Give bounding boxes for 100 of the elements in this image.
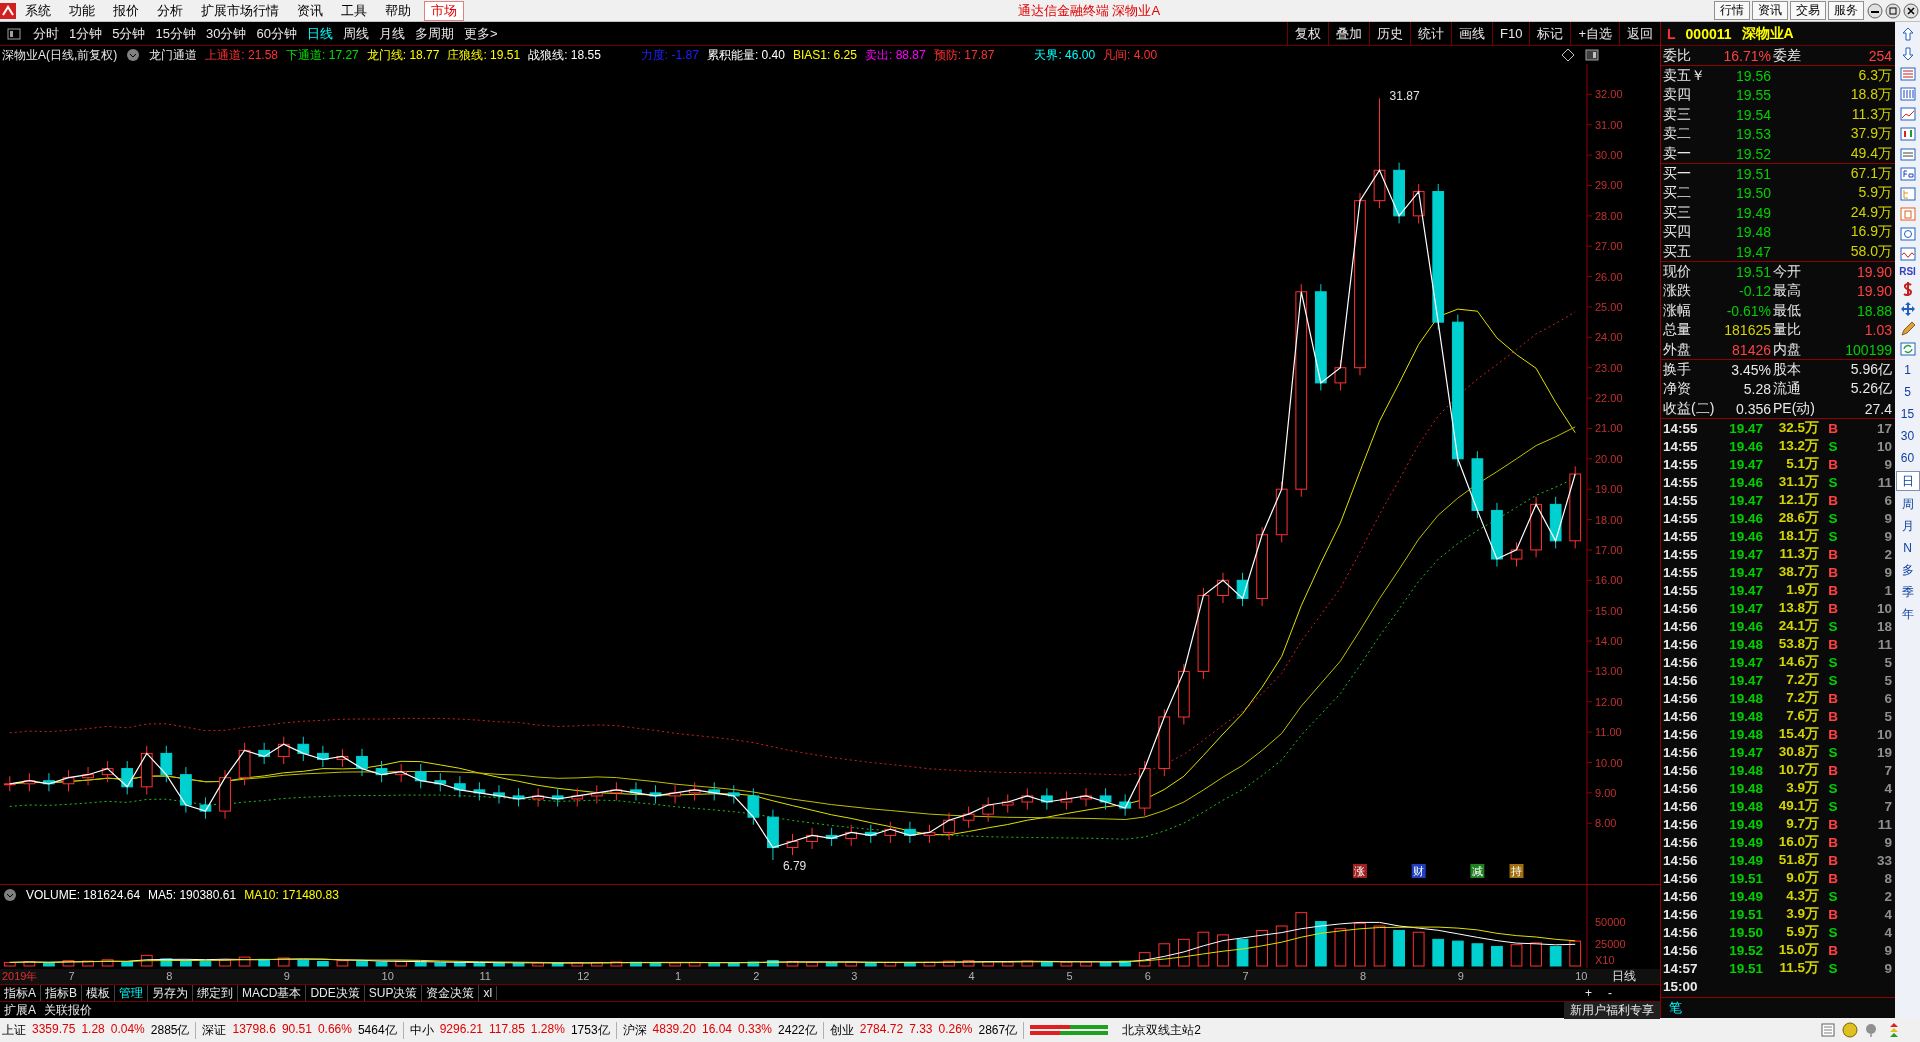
chart-window-icon[interactable]	[1899, 166, 1916, 182]
zoom-button[interactable]: -	[1600, 986, 1620, 1000]
zoom-button[interactable]: +	[1577, 986, 1600, 1000]
menu-item[interactable]: 分析	[148, 1, 192, 20]
top-button[interactable]: 资讯	[1752, 1, 1788, 20]
top-button[interactable]: 服务	[1828, 1, 1864, 20]
quote-value: 1.03	[1863, 322, 1892, 339]
panel-toggle-icon[interactable]	[6, 25, 22, 42]
period-tab[interactable]: 月线	[373, 24, 410, 43]
indicator-tab[interactable]: xl	[479, 986, 498, 1000]
period-button[interactable]: 多	[1896, 561, 1919, 579]
period-tab[interactable]: 30分钟	[200, 24, 252, 43]
menu-item[interactable]: 功能	[60, 1, 104, 20]
detail-tab[interactable]: 笔	[1661, 998, 1690, 1018]
chart-tool-button[interactable]: +自选	[1570, 22, 1619, 45]
chart-tool-button[interactable]: 历史	[1369, 22, 1410, 45]
index-name[interactable]: 深证	[202, 1021, 227, 1039]
index-change: 16.04	[701, 1021, 732, 1038]
chart-tool-button[interactable]: 统计	[1410, 22, 1451, 45]
trade-volume: 3.9万	[1785, 779, 1819, 798]
move-icon[interactable]	[1899, 301, 1916, 317]
period-button[interactable]: 15	[1896, 405, 1919, 423]
top-button[interactable]: 交易	[1790, 1, 1826, 20]
period-button[interactable]: 季	[1896, 583, 1919, 601]
trade-count: 4	[1883, 906, 1892, 922]
dropdown-icon[interactable]	[125, 47, 142, 63]
period-button[interactable]: 月	[1896, 517, 1919, 535]
period-button[interactable]: 周	[1896, 495, 1919, 513]
coin-icon[interactable]	[1842, 1022, 1858, 1038]
indicator-tab[interactable]: 指标A	[0, 984, 41, 1002]
indicator-tab[interactable]: MACD基本	[238, 984, 307, 1002]
market-button[interactable]: 市场	[424, 0, 464, 21]
index-name[interactable]: 上证	[2, 1021, 26, 1039]
event-marker[interactable]: 财	[1411, 864, 1426, 878]
promo-link[interactable]: 新用户福利专享	[1564, 1001, 1660, 1019]
period-button[interactable]: 60	[1896, 449, 1919, 467]
period-tab[interactable]: 分时	[28, 24, 64, 43]
indicator-tab[interactable]: 管理	[115, 984, 149, 1002]
period-tab[interactable]: 15分钟	[150, 24, 201, 43]
restore-icon[interactable]	[1885, 2, 1901, 19]
chart-tool-button[interactable]: 叠加	[1328, 22, 1369, 45]
extension-tab[interactable]: 扩展A	[0, 1001, 40, 1019]
wave-icon[interactable]	[1899, 246, 1916, 262]
price-axis-label: 14.00	[1595, 635, 1623, 648]
chart-tool-button[interactable]: 标记	[1529, 22, 1571, 45]
period-button[interactable]: N	[1896, 539, 1919, 557]
index-name[interactable]: 沪深	[622, 1021, 647, 1039]
indicator-tab[interactable]: SUP决策	[364, 984, 423, 1002]
index-name[interactable]: 中小	[409, 1021, 434, 1039]
grid-icon[interactable]	[1899, 86, 1916, 102]
indicator-tab[interactable]: 资金决策	[422, 984, 480, 1002]
chart-tool-button[interactable]: 复权	[1287, 22, 1328, 45]
indicator-tab[interactable]: 模板	[82, 984, 116, 1002]
candlestick-icon[interactable]	[1899, 126, 1916, 142]
line-chart-icon[interactable]	[1899, 106, 1916, 122]
period-tab[interactable]: 周线	[337, 24, 374, 43]
chart-tool-button[interactable]: F10	[1492, 22, 1530, 45]
dropdown-icon[interactable]	[2, 887, 18, 903]
calendar-icon[interactable]	[1899, 206, 1916, 222]
report-icon[interactable]	[1899, 66, 1916, 82]
period-tab[interactable]: 更多>	[458, 24, 503, 43]
pencil-icon[interactable]	[1899, 321, 1916, 337]
order-volume: 5.9万	[1857, 184, 1892, 203]
server-label[interactable]: 北京双线主站2	[1116, 1021, 1207, 1039]
extension-tab[interactable]: 关联报价	[40, 1001, 96, 1019]
menu-item[interactable]: 资讯	[288, 1, 332, 20]
event-marker[interactable]: 持	[1509, 864, 1524, 878]
top-button[interactable]: 行情	[1714, 1, 1750, 20]
period-button[interactable]: 日	[1895, 471, 1920, 491]
index-name[interactable]: 创业	[829, 1021, 854, 1039]
diamond-icon[interactable]	[1560, 47, 1576, 63]
period-tab[interactable]: 多周期	[409, 24, 459, 43]
menu-item[interactable]: 扩展市场行情	[192, 1, 288, 20]
minimize-icon[interactable]	[1867, 2, 1883, 19]
menu-item[interactable]: 报价	[104, 1, 148, 20]
rsi-button[interactable]: RSI	[1899, 266, 1916, 277]
period-tab[interactable]: 60分钟	[251, 24, 302, 43]
menu-item[interactable]: 工具	[332, 1, 376, 20]
indicator-tab[interactable]: 指标B	[41, 984, 83, 1002]
period-tab[interactable]: 1分钟	[64, 24, 108, 43]
menu-item[interactable]: 系统	[16, 1, 60, 20]
chart-tool-button[interactable]: 画线	[1451, 22, 1492, 45]
panel-toggle-icon[interactable]	[1584, 47, 1600, 63]
period-tab[interactable]: 日线	[301, 24, 338, 43]
list-icon[interactable]	[1899, 146, 1916, 162]
indicator-tab[interactable]: 另存为	[148, 984, 194, 1002]
period-button[interactable]: 30	[1896, 427, 1919, 445]
period-button[interactable]: 5	[1896, 383, 1919, 401]
period-tab[interactable]: 5分钟	[107, 24, 151, 43]
quote-value: -0.12	[1738, 283, 1771, 300]
indicator-tab[interactable]: 绑定到	[193, 984, 239, 1002]
indicator-name[interactable]: 龙门通道	[149, 46, 198, 64]
event-marker[interactable]: 涨	[1352, 864, 1367, 878]
indicator-tab[interactable]: DDE决策	[306, 984, 365, 1002]
period-button[interactable]: 年	[1896, 605, 1919, 623]
period-button[interactable]: 1	[1896, 361, 1919, 379]
refresh-icon[interactable]	[1899, 341, 1916, 357]
event-marker[interactable]: 减	[1470, 864, 1485, 878]
menu-item[interactable]: 帮助	[376, 1, 420, 20]
close-icon[interactable]	[1903, 2, 1919, 19]
